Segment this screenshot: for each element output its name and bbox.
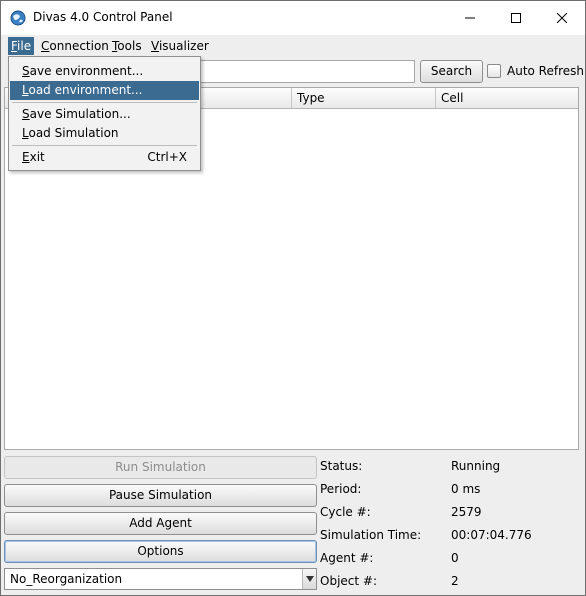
load-environment-label: oad environment...	[28, 83, 143, 97]
search-input[interactable]	[199, 60, 415, 83]
load-simulation-label: oad Simulation	[28, 126, 119, 140]
menu-visualizer-mnemonic: V	[151, 39, 159, 53]
menu-item-save-environment[interactable]: Save environment...	[10, 62, 199, 81]
reorganization-value: No_Reorganization	[10, 572, 123, 586]
menu-connection[interactable]: Connection	[38, 37, 112, 55]
agent-count-label: Agent #:	[320, 551, 374, 565]
column-header-cell[interactable]: Cell	[436, 88, 578, 108]
menu-tools-label: ools	[117, 39, 142, 53]
object-count-label: Object #:	[320, 574, 377, 588]
options-button[interactable]: Options	[4, 540, 317, 563]
cycle-label: Cycle #:	[320, 505, 371, 519]
maximize-button[interactable]	[493, 1, 539, 35]
add-agent-button[interactable]: Add Agent	[4, 512, 317, 535]
minimize-button[interactable]	[447, 1, 493, 35]
exit-label: xit	[29, 150, 45, 164]
window-title: Divas 4.0 Control Panel	[33, 10, 173, 24]
run-simulation-button[interactable]: Run Simulation	[4, 456, 317, 479]
save-simulation-mnemonic: S	[22, 107, 30, 121]
menu-file[interactable]: File	[8, 37, 35, 55]
auto-refresh-checkbox[interactable]	[487, 64, 501, 78]
menu-connection-label: onnection	[49, 39, 109, 53]
maximize-icon	[511, 13, 521, 23]
simulation-time-label: Simulation Time:	[320, 528, 422, 542]
pause-simulation-button[interactable]: Pause Simulation	[4, 484, 317, 507]
menu-bar: File Connection Tools Visualizer	[1, 35, 585, 56]
save-environment-mnemonic: S	[22, 64, 30, 78]
agent-count-value: 0	[451, 551, 459, 565]
menu-item-load-environment[interactable]: Load environment...	[10, 81, 199, 100]
triangle-down-icon[interactable]	[302, 569, 316, 589]
period-label: Period:	[320, 482, 362, 496]
menu-visualizer-label: isualizer	[158, 39, 209, 53]
auto-refresh-label: Auto Refresh	[507, 64, 584, 78]
menu-tools[interactable]: Tools	[109, 37, 145, 55]
search-button[interactable]: Search	[420, 60, 483, 83]
status-value: Running	[451, 459, 501, 473]
menu-separator	[12, 145, 197, 146]
menu-separator	[12, 102, 197, 103]
control-panel-window: Divas 4.0 Control Panel File Connection …	[0, 0, 586, 596]
menu-item-load-simulation[interactable]: Load Simulation	[10, 124, 199, 143]
minimize-icon	[465, 13, 475, 23]
object-count-value: 2	[451, 574, 459, 588]
simulation-time-value: 00:07:04.776	[451, 528, 532, 542]
title-bar[interactable]: Divas 4.0 Control Panel	[1, 1, 585, 35]
close-icon	[557, 13, 567, 23]
column-header-type[interactable]: Type	[292, 88, 436, 108]
exit-mnemonic: E	[22, 150, 30, 164]
menu-file-label: ile	[17, 39, 32, 53]
cycle-value: 2579	[451, 505, 482, 519]
reorganization-select[interactable]: No_Reorganization	[4, 568, 317, 590]
menu-item-save-simulation[interactable]: Save Simulation...	[10, 105, 199, 124]
save-environment-label: ave environment...	[29, 64, 144, 78]
globe-icon	[10, 10, 26, 26]
menu-visualizer[interactable]: Visualizer	[148, 37, 212, 55]
period-value: 0 ms	[451, 482, 481, 496]
save-simulation-label: ave Simulation...	[29, 107, 131, 121]
menu-item-exit[interactable]: Exit Ctrl+X	[10, 148, 199, 167]
file-menu-dropdown: Save environment... Load environment... …	[8, 56, 201, 171]
status-label: Status:	[320, 459, 363, 473]
close-button[interactable]	[539, 1, 585, 35]
exit-shortcut: Ctrl+X	[147, 150, 187, 164]
